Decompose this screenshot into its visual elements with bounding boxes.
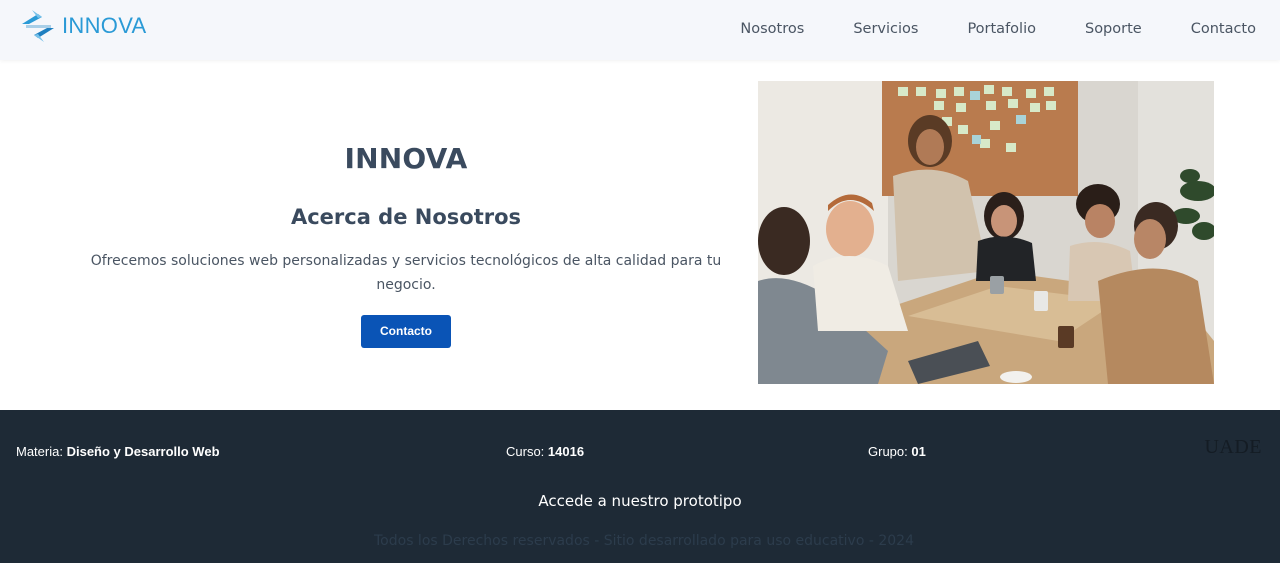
logo-link[interactable]: INNOVA xyxy=(18,8,147,44)
site-header: INNOVA Nosotros Servicios Portafolio Sop… xyxy=(0,0,1280,60)
team-meeting-photo xyxy=(758,81,1214,384)
group-label: Grupo: xyxy=(868,444,908,459)
site-footer: Materia: Diseño y Desarrollo Web Curso: … xyxy=(0,410,1280,563)
prototype-link[interactable]: Accede a nuestro prototipo xyxy=(0,492,1280,510)
team-meeting-image xyxy=(758,81,1214,384)
about-section: INNOVA Acerca de Nosotros Ofrecemos solu… xyxy=(50,120,762,348)
about-description: Ofrecemos soluciones web personalizadas … xyxy=(90,253,722,293)
main-nav: Nosotros Servicios Portafolio Soporte Co… xyxy=(691,0,1256,58)
innova-logo-icon xyxy=(22,10,54,42)
course-code: Curso: 14016 xyxy=(506,444,584,459)
nav-portafolio[interactable]: Portafolio xyxy=(967,21,1036,37)
subject-value: Diseño y Desarrollo Web xyxy=(66,444,220,459)
nav-nosotros[interactable]: Nosotros xyxy=(740,21,804,37)
course-subject: Materia: Diseño y Desarrollo Web xyxy=(16,444,220,459)
uade-logo: UADE xyxy=(1204,436,1262,458)
nav-contacto[interactable]: Contacto xyxy=(1191,21,1256,37)
nav-soporte[interactable]: Soporte xyxy=(1085,21,1142,37)
nav-servicios[interactable]: Servicios xyxy=(853,21,918,37)
course-label: Curso: xyxy=(506,444,545,459)
page-title: INNOVA xyxy=(344,142,468,175)
group-number: Grupo: 01 xyxy=(868,444,926,459)
copyright-text: Todos los Derechos reservados - Sitio de… xyxy=(374,533,914,549)
brand-name: INNOVA xyxy=(62,13,147,38)
section-heading: Acerca de Nosotros xyxy=(290,205,522,229)
course-value: 14016 xyxy=(547,444,585,459)
subject-label: Materia: xyxy=(16,444,63,459)
contact-button[interactable]: Contacto xyxy=(361,315,451,348)
group-value: 01 xyxy=(911,444,926,459)
